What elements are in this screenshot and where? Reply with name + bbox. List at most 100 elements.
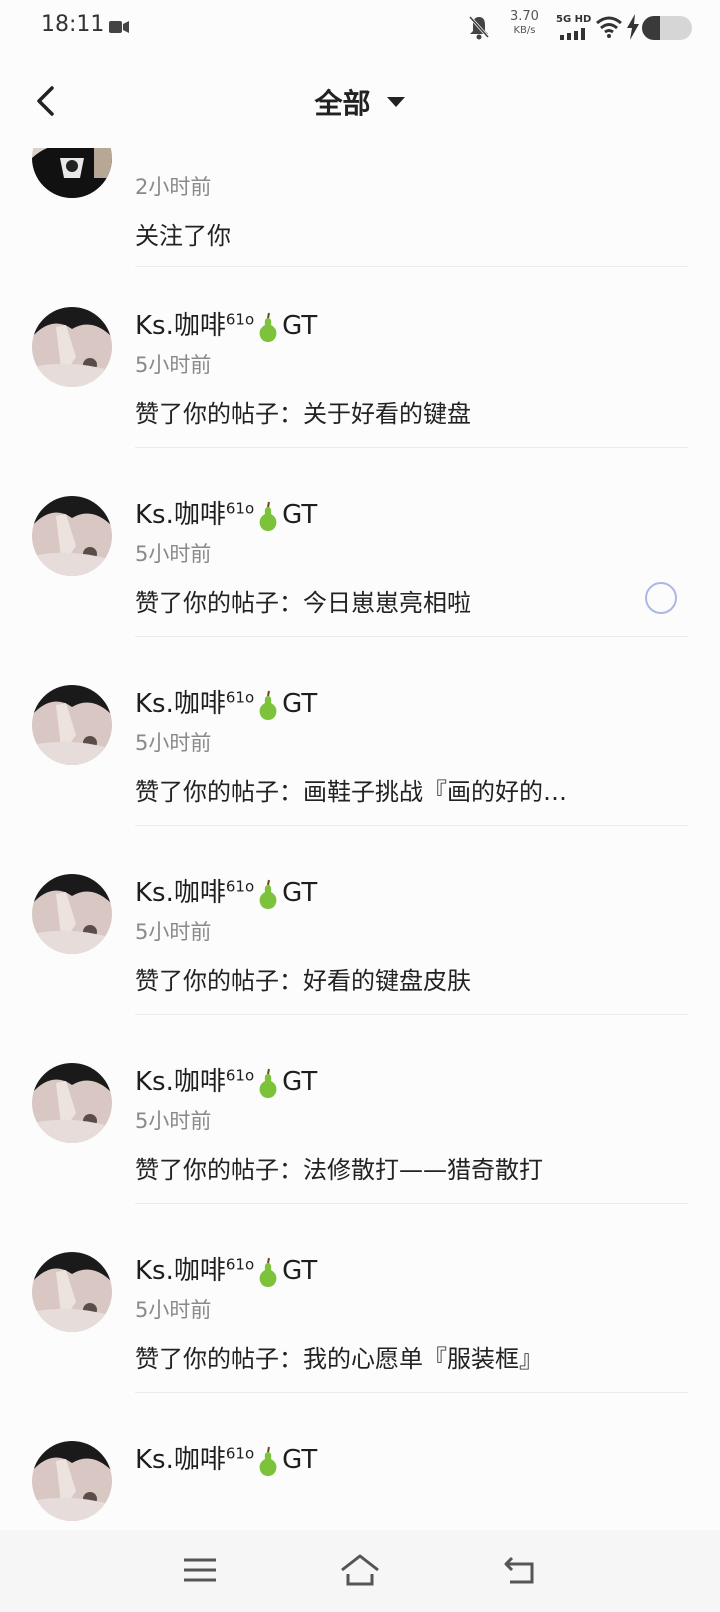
notification-list[interactable]: 2小时前 关注了你 Ks.咖啡61o GT 5小时前 赞了你的帖子：关于好看的键盘 [0, 148, 720, 1530]
user-name-tail: GT [282, 1445, 318, 1475]
user-name[interactable]: Ks.咖啡61o GT [135, 494, 317, 531]
user-name-tail: GT [282, 1067, 318, 1097]
user-name-main: Ks.咖啡 [135, 311, 226, 341]
user-name-main: Ks.咖啡 [135, 689, 226, 719]
user-name-sup: 61o [225, 688, 255, 707]
pear-icon [259, 1257, 277, 1287]
signal-icon [560, 28, 585, 40]
hand-face-avatar-icon [32, 1252, 112, 1332]
status-time: 18:11 [41, 12, 105, 37]
hand-face-avatar-icon [32, 1063, 112, 1143]
avatar[interactable] [32, 496, 112, 576]
header: 全部 [0, 56, 720, 148]
user-name-tail: GT [282, 689, 318, 719]
divider [135, 1014, 688, 1015]
message-text: 赞了你的帖子：关于好看的键盘 [135, 400, 471, 428]
list-item[interactable]: Ks.咖啡61o GT 5小时前 赞了你的帖子：法修散打——猎奇散打 [0, 1023, 720, 1212]
list-item[interactable]: Ks.咖啡61o GT 5小时前 赞了你的帖子：关于好看的键盘 [0, 267, 720, 456]
time-label: 5小时前 [135, 353, 212, 377]
user-name[interactable]: Ks.咖啡61o GT [135, 1061, 317, 1098]
list-item[interactable]: Ks.咖啡61o GT 5小时前 赞了你的帖子：画鞋子挑战『画的好的… [0, 645, 720, 834]
avatar[interactable] [32, 148, 112, 198]
pear-icon [259, 312, 277, 342]
battery-icon [642, 16, 692, 40]
divider [135, 636, 688, 637]
user-name-tail: GT [282, 1256, 318, 1286]
speed-value: 3.70 [510, 9, 539, 24]
list-item[interactable]: 2小时前 关注了你 [0, 148, 720, 267]
user-name[interactable]: Ks.咖啡61o GT [135, 1439, 317, 1476]
time-label: 5小时前 [135, 731, 212, 755]
user-name-tail: GT [282, 311, 318, 341]
user-name-sup: 61o [225, 877, 255, 896]
network-speed: 3.70 KB/s [510, 10, 539, 38]
pear-icon [259, 1068, 277, 1098]
filter-dropdown[interactable]: 全部 [0, 82, 720, 122]
list-item[interactable]: Ks.咖啡61o GT 5小时前 赞了你的帖子：好看的键盘皮肤 [0, 834, 720, 1023]
user-name-main: Ks.咖啡 [135, 878, 226, 908]
time-label: 2小时前 [135, 175, 212, 199]
charging-icon [627, 14, 639, 40]
hand-face-avatar-icon [32, 496, 112, 576]
avatar[interactable] [32, 685, 112, 765]
dark-shirt-avatar-icon [32, 148, 112, 198]
hand-face-avatar-icon [32, 874, 112, 954]
pear-icon [259, 501, 277, 531]
divider [135, 1203, 688, 1204]
message-text: 赞了你的帖子：法修散打——猎奇散打 [135, 1156, 543, 1184]
pear-icon [259, 1446, 277, 1476]
user-name[interactable]: Ks.咖啡61o GT [135, 1250, 317, 1287]
page-title[interactable]: 全部 [314, 87, 370, 120]
list-item[interactable]: Ks.咖啡61o GT 5小时前 赞了你的帖子：今日崽崽亮相啦 [0, 456, 720, 645]
avatar[interactable] [32, 1441, 112, 1521]
message-text: 赞了你的帖子：画鞋子挑战『画的好的… [135, 778, 567, 806]
divider [135, 825, 688, 826]
home-icon[interactable] [338, 1550, 382, 1590]
time-label: 5小时前 [135, 920, 212, 944]
user-name[interactable]: Ks.咖啡61o GT [135, 305, 317, 342]
user-name-main: Ks.咖啡 [135, 1445, 226, 1475]
avatar[interactable] [32, 1252, 112, 1332]
user-name-sup: 61o [225, 1444, 255, 1463]
avatar[interactable] [32, 874, 112, 954]
hand-face-avatar-icon [32, 1441, 112, 1521]
avatar[interactable] [32, 307, 112, 387]
video-record-icon [109, 21, 129, 33]
user-name-tail: GT [282, 500, 318, 530]
avatar[interactable] [32, 1063, 112, 1143]
battery-level [642, 16, 660, 40]
message-text: 关注了你 [135, 222, 231, 250]
user-name-sup: 61o [225, 310, 255, 329]
time-label: 5小时前 [135, 542, 212, 566]
hand-face-avatar-icon [32, 307, 112, 387]
status-bar: 18:11 3.70 KB/s 5G HD [0, 0, 720, 56]
user-name-main: Ks.咖啡 [135, 500, 226, 530]
user-name-sup: 61o [225, 499, 255, 518]
user-name[interactable]: Ks.咖啡61o GT [135, 683, 317, 720]
user-name-main: Ks.咖啡 [135, 1067, 226, 1097]
hand-face-avatar-icon [32, 685, 112, 765]
pear-icon [259, 690, 277, 720]
user-name-sup: 61o [225, 1255, 255, 1274]
user-name-main: Ks.咖啡 [135, 1256, 226, 1286]
user-name-sup: 61o [225, 1066, 255, 1085]
system-nav-bar [0, 1530, 720, 1612]
caret-down-icon[interactable] [386, 96, 406, 108]
loading-spinner [645, 582, 677, 614]
speed-unit: KB/s [513, 25, 536, 36]
menu-icon[interactable] [178, 1550, 222, 1590]
network-type: 5G HD [556, 14, 592, 25]
message-text: 赞了你的帖子：我的心愿单『服装框』 [135, 1345, 543, 1373]
return-icon[interactable] [498, 1550, 542, 1590]
list-item[interactable]: Ks.咖啡61o GT 5小时前 赞了你的帖子：我的心愿单『服装框』 [0, 1212, 720, 1401]
pear-icon [259, 879, 277, 909]
time-label: 5小时前 [135, 1109, 212, 1133]
message-text: 赞了你的帖子：好看的键盘皮肤 [135, 967, 471, 995]
time-label: 5小时前 [135, 1298, 212, 1322]
mute-bell-icon [468, 15, 490, 40]
message-text: 赞了你的帖子：今日崽崽亮相啦 [135, 589, 471, 617]
wifi-icon [596, 16, 622, 38]
divider [135, 1392, 688, 1393]
user-name[interactable]: Ks.咖啡61o GT [135, 872, 317, 909]
list-item[interactable]: Ks.咖啡61o GT [0, 1401, 720, 1530]
